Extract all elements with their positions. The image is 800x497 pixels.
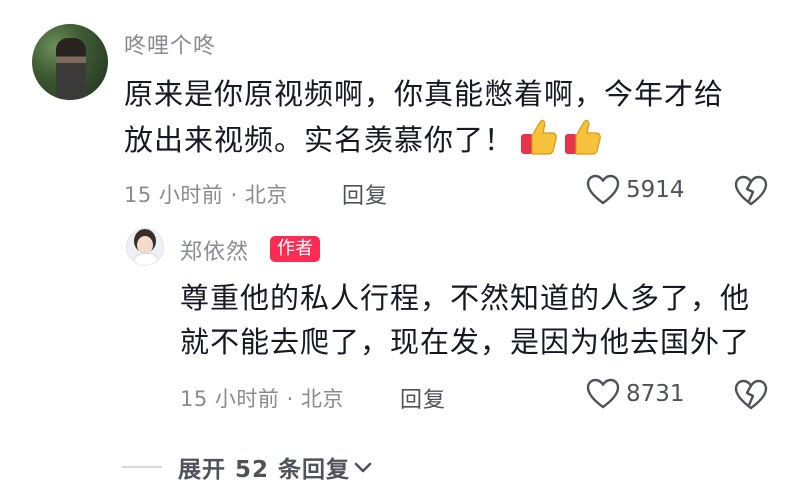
broken-heart-icon bbox=[734, 379, 768, 410]
reply-dislike-button[interactable] bbox=[734, 379, 768, 415]
comment-reply-button[interactable]: 回复 bbox=[342, 178, 388, 210]
reply-like-button[interactable]: 8731 bbox=[586, 378, 685, 410]
heart-icon bbox=[586, 378, 620, 409]
comment-like-button[interactable]: 5914 bbox=[586, 174, 685, 206]
reply-like-count: 8731 bbox=[626, 381, 685, 407]
commenter-username[interactable]: 咚哩个咚 bbox=[124, 28, 216, 60]
commenter-avatar[interactable] bbox=[32, 24, 108, 100]
reply-reply-button[interactable]: 回复 bbox=[400, 382, 446, 414]
broken-heart-icon bbox=[734, 175, 768, 206]
comment-text-line-2: 放出来视频。实名羡慕你了！ bbox=[124, 116, 724, 168]
comment-text-line-1: 原来是你原视频啊，你真能憋着啊，今年才给 bbox=[124, 77, 725, 111]
expand-replies-button[interactable]: 展开 52 条回复 bbox=[122, 450, 374, 484]
expand-divider bbox=[122, 466, 162, 468]
comment-dislike-button[interactable] bbox=[734, 175, 768, 211]
reply-text-line-1: 尊重他的私人行程，不然知道的人多了，他 bbox=[180, 281, 751, 315]
thumbs-up-emoji-icon bbox=[564, 116, 602, 168]
chevron-down-icon bbox=[354, 462, 372, 473]
heart-icon bbox=[586, 174, 620, 205]
reply-time-location: 15 小时前 · 北京 bbox=[180, 387, 344, 411]
author-username[interactable]: 郑依然 bbox=[180, 234, 249, 266]
comment-text-line-2-text: 放出来视频。实名羡慕你了！ bbox=[124, 123, 515, 157]
author-badge: 作者 bbox=[270, 236, 320, 262]
comment-like-count: 5914 bbox=[626, 177, 685, 203]
thumbs-up-emoji-icon bbox=[520, 116, 558, 168]
reply-text: 尊重他的私人行程，不然知道的人多了，他 就不能去爬了，现在发，是因为他去国外了 bbox=[180, 276, 750, 364]
comment-text: 原来是你原视频啊，你真能憋着啊，今年才给 放出来视频。实名羡慕你了！ bbox=[124, 72, 724, 168]
expand-replies-label: 展开 52 条回复 bbox=[178, 457, 351, 483]
author-avatar[interactable] bbox=[126, 228, 164, 266]
comment-time-location: 15 小时前 · 北京 bbox=[124, 183, 288, 207]
reply-text-line-2: 就不能去爬了，现在发，是因为他去国外了 bbox=[180, 325, 751, 359]
